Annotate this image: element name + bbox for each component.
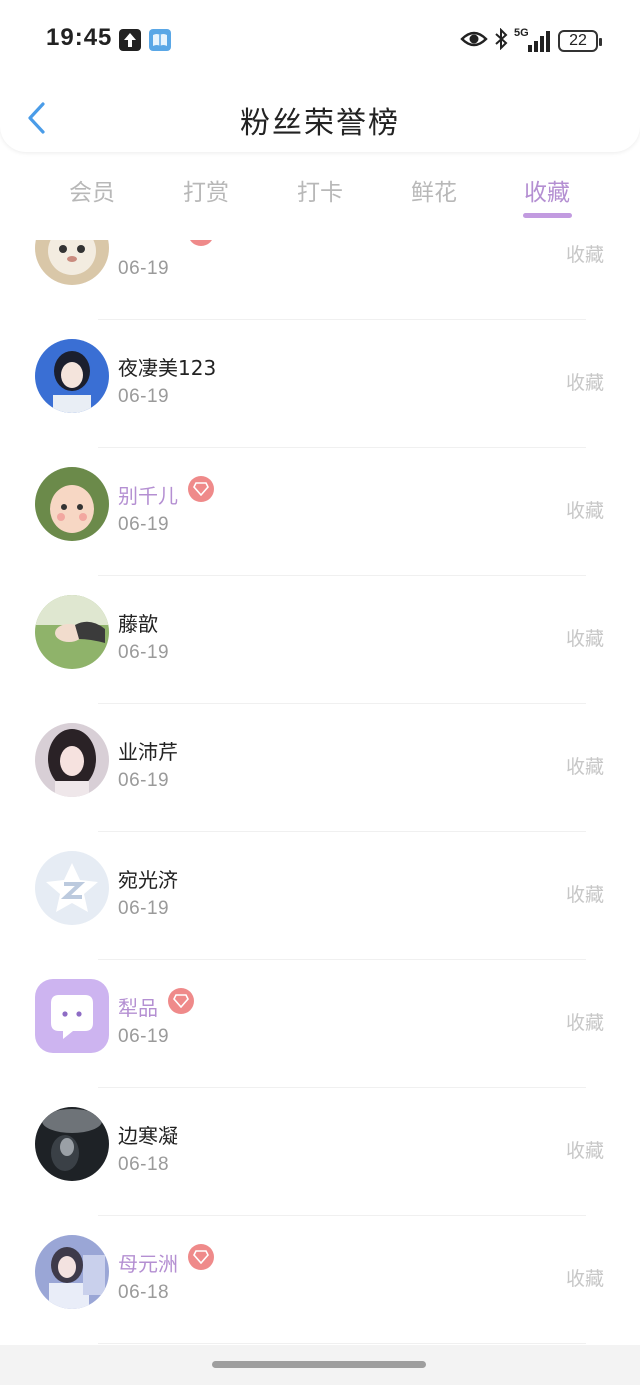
fan-name: 边寒凝 — [118, 1124, 178, 1148]
fan-date: 06-19 — [118, 1026, 170, 1047]
battery-indicator: 22 — [558, 30, 602, 52]
eye-icon — [460, 29, 488, 53]
avatar[interactable] — [35, 723, 109, 797]
list-item[interactable]: 宛光济 06-19 收藏 — [0, 832, 640, 960]
tab-membership[interactable]: 会员 — [35, 173, 149, 207]
book-app-icon — [149, 29, 171, 51]
bluetooth-icon — [494, 27, 508, 54]
list-item[interactable]: 06-19 收藏 — [0, 240, 640, 320]
fan-date: 06-19 — [118, 898, 170, 919]
avatar[interactable] — [35, 1235, 109, 1309]
fan-date: 06-19 — [118, 642, 170, 663]
diamond-badge-icon — [188, 240, 214, 246]
divider — [98, 1343, 586, 1344]
favorite-action[interactable]: 收藏 — [566, 240, 604, 267]
favorite-action[interactable]: 收藏 — [566, 1136, 604, 1163]
favorite-action[interactable]: 收藏 — [566, 1264, 604, 1291]
fan-name: 夜凄美123 — [118, 356, 217, 380]
fan-date: 06-18 — [118, 1282, 170, 1303]
fan-date: 06-18 — [118, 1154, 170, 1175]
avatar[interactable] — [35, 1107, 109, 1181]
tab-flowers[interactable]: 鲜花 — [377, 173, 491, 207]
status-time: 19:45 — [46, 24, 113, 51]
tab-checkin[interactable]: 打卡 — [263, 173, 377, 207]
status-bar: 19:45 5G 22 — [0, 0, 640, 80]
diamond-badge-icon — [188, 476, 214, 502]
fan-list: 06-19 收藏 夜凄美123 06-19 收藏 别千儿 06-19 收藏 藤歆… — [0, 240, 640, 1350]
fan-name: 藤歆 — [118, 612, 158, 636]
tab-reward[interactable]: 打赏 — [149, 173, 263, 207]
avatar[interactable] — [35, 979, 109, 1053]
favorite-action[interactable]: 收藏 — [566, 496, 604, 523]
avatar[interactable] — [35, 339, 109, 413]
page-title: 粉丝荣誉榜 — [240, 106, 400, 141]
home-indicator[interactable] — [212, 1361, 426, 1368]
list-item[interactable]: 藤歆 06-19 收藏 — [0, 576, 640, 704]
diamond-badge-icon — [168, 988, 194, 1014]
fan-date: 06-19 — [118, 770, 170, 791]
avatar[interactable] — [35, 595, 109, 669]
favorite-action[interactable]: 收藏 — [566, 752, 604, 779]
fan-name: 业沛芹 — [118, 740, 178, 764]
fan-date: 06-19 — [118, 514, 170, 535]
list-item[interactable]: 犁品 06-19 收藏 — [0, 960, 640, 1088]
fan-date: 06-19 — [118, 386, 170, 407]
tab-bar: 会员 打赏 打卡 鲜花 收藏 — [0, 165, 640, 235]
avatar[interactable] — [35, 467, 109, 541]
diamond-badge-icon — [188, 1244, 214, 1270]
list-item[interactable]: 别千儿 06-19 收藏 — [0, 448, 640, 576]
favorite-action[interactable]: 收藏 — [566, 1008, 604, 1035]
signal-icon: 5G — [514, 27, 552, 53]
fan-name: 别千儿 — [118, 484, 178, 508]
favorite-action[interactable]: 收藏 — [566, 624, 604, 651]
tab-favorites[interactable]: 收藏 — [490, 173, 604, 207]
active-tab-indicator — [523, 213, 572, 218]
avatar[interactable] — [35, 851, 109, 925]
favorite-action[interactable]: 收藏 — [566, 368, 604, 395]
fan-name: 宛光济 — [118, 868, 178, 892]
favorite-action[interactable]: 收藏 — [566, 880, 604, 907]
avatar[interactable] — [35, 240, 109, 285]
fan-date: 06-19 — [118, 258, 170, 279]
list-item[interactable]: 夜凄美123 06-19 收藏 — [0, 320, 640, 448]
fan-name: 犁品 — [118, 996, 158, 1020]
list-item[interactable]: 边寒凝 06-18 收藏 — [0, 1088, 640, 1216]
fan-name: 母元洲 — [118, 1252, 178, 1276]
upload-icon — [119, 29, 141, 51]
list-item[interactable]: 母元洲 06-18 收藏 — [0, 1216, 640, 1344]
list-item[interactable]: 业沛芹 06-19 收藏 — [0, 704, 640, 832]
